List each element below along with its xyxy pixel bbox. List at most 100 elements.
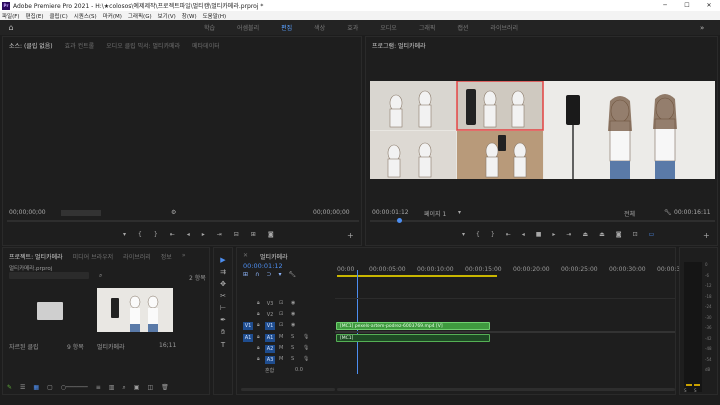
new-bin-icon[interactable]: ▣ (134, 384, 140, 392)
go-out-icon[interactable]: } (154, 231, 158, 238)
home-icon[interactable]: ⌂ (0, 23, 22, 32)
nest-icon[interactable]: ⊞ (243, 271, 248, 278)
sync-icon[interactable]: ⊡ (279, 311, 283, 317)
overflow-icon[interactable]: » (182, 252, 186, 261)
timeline-timecode[interactable]: 00:00:01:12 (243, 262, 283, 270)
insert-icon[interactable]: ⊟ (234, 231, 239, 238)
ws-tab-learn[interactable]: 학습 (204, 23, 215, 32)
add-button-icon[interactable]: + (703, 231, 710, 240)
bin-item[interactable]: 자르된 클립 9 항목 (9, 288, 93, 351)
tab-effect-controls[interactable]: 효과 컨트롤 (65, 41, 95, 50)
slip-icon[interactable]: ⊢ (220, 304, 226, 312)
source-timecode-left[interactable]: 00;00;00;00 (9, 209, 46, 216)
video-clip-v1[interactable]: [MC1] pexels-artem-podrez-6003769.mp4 [V… (336, 322, 490, 330)
ws-tab-captions[interactable]: 캡션 (457, 23, 468, 32)
freeform-view-icon[interactable]: ▢ (47, 384, 53, 392)
icon-view-icon[interactable]: ▦ (33, 384, 39, 392)
program-playhead[interactable] (397, 218, 402, 223)
ws-tab-edit[interactable]: 편집 (281, 23, 292, 32)
new-item-icon[interactable]: ◫ (147, 384, 153, 392)
export-frame-icon[interactable]: ◙ (616, 231, 622, 238)
go-in-icon[interactable]: { (138, 231, 142, 238)
track-label-v3[interactable]: V3 (265, 300, 275, 308)
play-icon[interactable]: ◂ (187, 231, 190, 238)
step-forward-frame-icon[interactable]: ▸ (552, 231, 555, 238)
menu-file[interactable]: 파일(F) (2, 12, 20, 20)
program-quality-dropdown[interactable]: 전체 (624, 209, 635, 218)
menu-edit[interactable]: 편집(E) (26, 12, 44, 20)
pencil-icon[interactable]: ✎ (7, 384, 12, 392)
source-zoom-dropdown[interactable] (61, 210, 101, 216)
track-label-v2[interactable]: V2 (265, 311, 275, 319)
mute-button[interactable]: M (279, 345, 283, 351)
solo-button[interactable]: S (291, 356, 294, 362)
lock-icon[interactable]: 🔒︎ (257, 334, 260, 340)
lock-icon[interactable]: 🔒︎ (257, 345, 260, 351)
find-icon[interactable]: ⌕ (122, 384, 125, 392)
track-label-a1[interactable]: A1 (265, 334, 275, 342)
ripple-edit-icon[interactable]: ✥ (220, 280, 226, 288)
ws-tab-audio[interactable]: 오디오 (380, 23, 397, 32)
chevron-down-icon[interactable]: ▾ (458, 209, 461, 216)
snap-icon[interactable]: ∩ (255, 271, 259, 278)
selection-tool-icon[interactable]: ▶ (220, 256, 225, 264)
sync-icon[interactable]: ⊡ (279, 322, 283, 328)
mark-in-icon[interactable]: ▾ (123, 231, 126, 238)
menu-graphic[interactable]: 그래픽(G) (128, 12, 152, 20)
linked-icon[interactable]: ⊃ (266, 271, 271, 278)
list-view-icon[interactable]: ☰ (20, 384, 25, 392)
automate-icon[interactable]: ▥ (109, 384, 115, 392)
hand-icon[interactable]: ✋︎ (221, 328, 225, 337)
workspace-menu-icon[interactable]: » (700, 24, 720, 32)
ws-tab-assembly[interactable]: 어셈블리 (237, 23, 259, 32)
sync-icon[interactable]: ⊡ (279, 300, 283, 306)
multicam-toggle-icon[interactable]: ▭ (649, 231, 655, 238)
sort-icon[interactable]: ≡ (96, 384, 101, 392)
lock-icon[interactable]: 🔒︎ (257, 356, 260, 362)
step-back-frame-icon[interactable]: ◂ (522, 231, 525, 238)
settings-icon[interactable]: ⚙ (171, 209, 176, 216)
solo-button[interactable]: S (291, 334, 294, 340)
tab-program[interactable]: 프로그램: 멀티카메라 (372, 41, 426, 50)
source-patch-a1[interactable]: A1 (243, 334, 253, 342)
solo-left-button[interactable]: S (684, 388, 687, 393)
mute-button[interactable]: M (279, 356, 283, 362)
pen-icon[interactable]: ✒ (220, 316, 226, 324)
program-fit-dropdown[interactable]: 페이지 1 (424, 209, 446, 218)
marker-icon[interactable]: ▾ (278, 271, 281, 278)
track-label-a3[interactable]: A3 (265, 356, 275, 364)
track-label-a2[interactable]: A2 (265, 345, 275, 353)
close-button[interactable]: ✕ (698, 2, 720, 9)
compare-icon[interactable]: ⊡ (633, 231, 638, 238)
maximize-button[interactable]: ☐ (676, 2, 698, 9)
trash-icon[interactable]: 🗑︎ (161, 384, 169, 392)
lock-icon[interactable]: 🔒︎ (257, 311, 260, 317)
ws-tab-graphics[interactable]: 그래픽 (419, 23, 436, 32)
step-forward-icon[interactable]: ⇥ (566, 231, 571, 238)
wrench-icon[interactable]: 🔧︎ (664, 209, 672, 216)
source-scrub-bar[interactable] (7, 220, 359, 222)
close-icon[interactable]: ✕ (243, 252, 248, 261)
overwrite-icon[interactable]: ⊞ (251, 231, 256, 238)
ws-tab-effects[interactable]: 효과 (347, 23, 358, 32)
audio-clip-a1[interactable]: [MC1] (336, 334, 490, 342)
export-frame-icon[interactable]: ◙ (268, 231, 274, 238)
source-patch-v1[interactable]: V1 (243, 322, 253, 330)
eye-icon[interactable]: ◉ (291, 300, 295, 306)
mark-in-icon[interactable]: ▾ (462, 231, 465, 238)
timeline-wrench-icon[interactable]: 🔧︎ (288, 271, 296, 278)
eye-icon[interactable]: ◉ (291, 311, 295, 317)
lock-icon[interactable]: 🔒︎ (257, 322, 260, 328)
menu-window[interactable]: 창(W) (182, 12, 197, 20)
play-forward-icon[interactable]: ▸ (202, 231, 205, 238)
tab-media-browser[interactable]: 미디어 브라우저 (73, 252, 114, 261)
step-back-icon[interactable]: ⇤ (170, 231, 175, 238)
track-select-icon[interactable]: ⇉ (220, 268, 226, 276)
multicam-preview[interactable] (370, 81, 715, 179)
program-scrub-bar[interactable] (370, 220, 715, 222)
timeline-zoom-scroll[interactable] (337, 388, 675, 391)
tab-sequence[interactable]: 멀티카메라 (260, 252, 288, 261)
menu-sequence[interactable]: 시퀀스(S) (74, 12, 97, 20)
work-area-bar[interactable] (337, 275, 497, 277)
go-in-icon[interactable]: { (476, 231, 480, 238)
